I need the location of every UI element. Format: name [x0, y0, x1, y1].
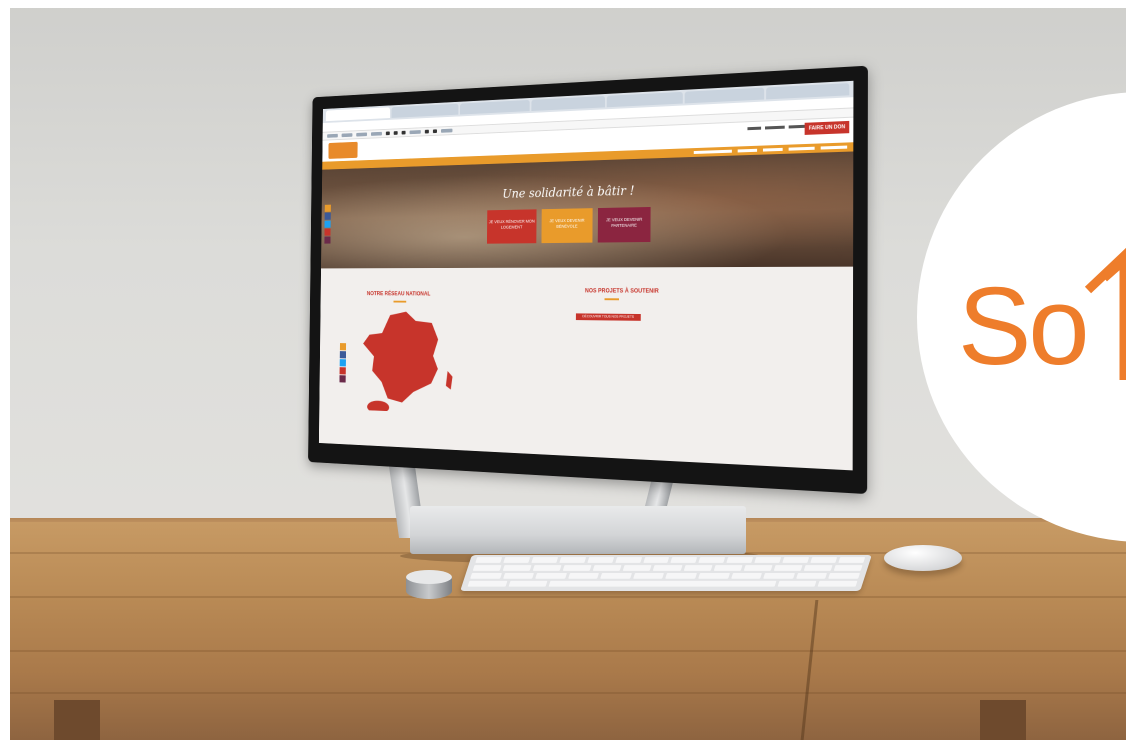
- bookmark: [385, 131, 390, 136]
- cta-volunteer: JE VEUX DEVENIR BÉNÉVOLE: [541, 208, 593, 244]
- header-link: [765, 125, 785, 130]
- hero-banner: Une solidarité à bâtir ! JE VEUX RÉNOVER…: [321, 151, 854, 269]
- desk-leg: [54, 700, 100, 740]
- cta-partner: JE VEUX DEVENIR PARTENAIRE: [597, 206, 651, 243]
- monitor: FAIRE UN DON Une solidarité à bâtir ! JE…: [308, 65, 868, 495]
- desk-grain: [0, 596, 1132, 598]
- search-icon: [339, 375, 346, 383]
- desk-grain: [0, 650, 1132, 652]
- desk-leg: [980, 700, 1026, 740]
- bookmark: [424, 129, 429, 134]
- france-map: [362, 311, 453, 414]
- screen: FAIRE UN DON Une solidarité à bâtir ! JE…: [318, 80, 854, 471]
- section-projects-title: NOS PROJETS À SOUTENIR: [584, 288, 659, 295]
- lower-section: NOTRE RÉSEAU NATIONAL NOS PROJETS À SOUT…: [319, 266, 854, 443]
- share-icon: [339, 343, 347, 351]
- google-icon: [339, 367, 346, 375]
- donate-button: FAIRE UN DON: [804, 120, 850, 135]
- photo-border: [1126, 0, 1132, 740]
- nav-item: [737, 148, 758, 153]
- computer-base: [410, 506, 746, 554]
- share-icon: [324, 204, 331, 212]
- bookmark: [341, 133, 353, 138]
- nav-item: [762, 147, 783, 152]
- browser-tab: [531, 95, 605, 112]
- bookmark: [393, 131, 398, 135]
- bookmark: [356, 132, 368, 137]
- desk-grain: [0, 692, 1132, 694]
- section-network-title: NOTRE RÉSEAU NATIONAL: [366, 291, 431, 298]
- brand-logo-text: So: [958, 265, 1090, 388]
- section-divider: [393, 300, 407, 303]
- cta-renovate: JE VEUX RÉNOVER MON LOGEMENT: [486, 209, 537, 244]
- brand-logo-mark: [1084, 245, 1132, 380]
- bookmark: [440, 128, 453, 133]
- browser-tab: [391, 103, 459, 118]
- social-bar: [324, 204, 331, 244]
- bookmark: [432, 129, 437, 134]
- twitter-icon: [339, 359, 346, 367]
- photo-border: [0, 0, 1132, 8]
- site-logo: [328, 141, 358, 159]
- photo-border: [0, 0, 10, 740]
- bookmark: [401, 130, 406, 135]
- header-link: [747, 126, 762, 131]
- nav-item: [693, 149, 732, 154]
- nav-item: [788, 146, 815, 151]
- facebook-icon: [324, 212, 331, 220]
- bookmark: [370, 131, 382, 136]
- mouse: [884, 545, 962, 571]
- bookmark: [327, 133, 338, 138]
- twitter-icon: [324, 220, 331, 228]
- photo-scene: FAIRE UN DON Une solidarité à bâtir ! JE…: [0, 0, 1132, 740]
- google-icon: [324, 228, 331, 236]
- keyboard: [460, 555, 872, 591]
- hero-title: Une solidarité à bâtir !: [502, 184, 635, 202]
- browser-tab: [606, 91, 683, 108]
- browser-tab: [325, 107, 391, 122]
- nav-item: [820, 145, 848, 150]
- browser-tab: [460, 99, 531, 115]
- social-bar: [339, 343, 347, 383]
- projects-button: DÉCOUVRIR TOUS NOS PROJETS: [575, 313, 641, 321]
- header-links: [747, 124, 809, 131]
- surface-dial: [406, 570, 452, 604]
- facebook-icon: [339, 351, 347, 359]
- bookmark: [409, 130, 421, 135]
- section-divider: [604, 298, 619, 301]
- cta-row: JE VEUX RÉNOVER MON LOGEMENT JE VEUX DEV…: [321, 203, 853, 246]
- search-icon: [324, 236, 331, 244]
